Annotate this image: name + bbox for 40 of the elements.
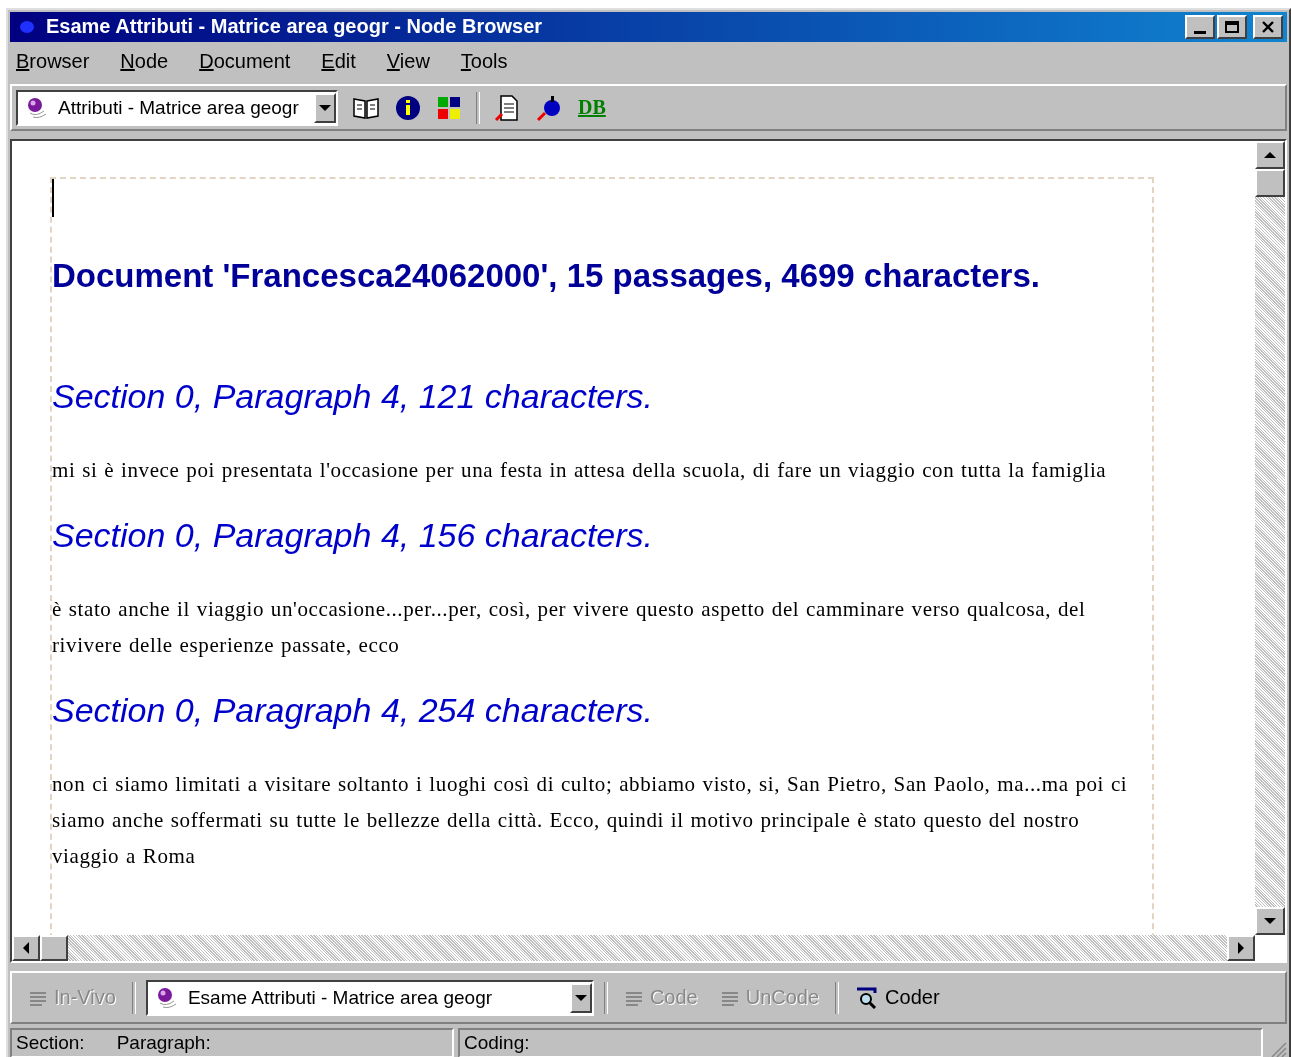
close-button[interactable] bbox=[1253, 14, 1283, 39]
horizontal-scrollbar[interactable] bbox=[12, 935, 1255, 962]
menu-item[interactable]: Tools bbox=[460, 50, 508, 74]
text-cursor bbox=[52, 179, 54, 218]
document-heading: Document 'Francesca24062000', 15 passages, 4699 characters. bbox=[52, 257, 1041, 296]
menu-item[interactable]: Browser bbox=[16, 50, 90, 74]
lines-icon bbox=[623, 989, 644, 1006]
lines-icon bbox=[28, 989, 48, 1006]
scroll-thumb[interactable] bbox=[1255, 169, 1285, 198]
app-icon bbox=[20, 20, 34, 33]
magnifier-icon bbox=[855, 986, 880, 1009]
passage-text: è stato anche il viaggio un'occasione...per...per, così, per vivere questo aspetto del camminare verso qualcosa, del rivivere delle esperienze passate, ecco bbox=[52, 596, 1087, 660]
maximize-button[interactable] bbox=[1217, 14, 1247, 39]
menu-item[interactable]: Node bbox=[120, 50, 169, 74]
menu-item[interactable]: Edit bbox=[321, 50, 356, 74]
node-combo[interactable]: Attributi - Matrice area geogr bbox=[16, 89, 338, 126]
passage-heading: Section 0, Paragraph 4, 254 characters. bbox=[52, 691, 655, 731]
lines-icon bbox=[719, 989, 740, 1006]
window-title: Esame Attributi - Matrice area geogr - Node Browser bbox=[46, 15, 544, 39]
menu-item[interactable]: View bbox=[386, 50, 430, 74]
status-label: Coding: bbox=[464, 1032, 530, 1055]
info-icon[interactable] bbox=[394, 93, 422, 122]
scroll-left-button[interactable] bbox=[12, 935, 40, 962]
status-label: Paragraph: bbox=[116, 1032, 211, 1055]
close-icon bbox=[1261, 20, 1275, 33]
scroll-thumb[interactable] bbox=[40, 935, 68, 962]
color-grid-icon[interactable] bbox=[436, 94, 462, 121]
coder-button[interactable]: Coder bbox=[849, 982, 946, 1014]
status-label: Section: bbox=[16, 1032, 85, 1055]
vertical-scrollbar[interactable] bbox=[1255, 141, 1285, 936]
menu-item[interactable]: Document bbox=[199, 50, 291, 74]
scroll-right-button[interactable] bbox=[1227, 935, 1255, 962]
minimize-button[interactable] bbox=[1185, 14, 1215, 39]
coding-node-combo[interactable]: Esame Attributi - Matrice area geogr bbox=[145, 979, 594, 1016]
scroll-down-button[interactable] bbox=[1255, 907, 1285, 936]
scroll-up-button[interactable] bbox=[1255, 141, 1285, 170]
passage-text: non ci siamo limitati a visitare soltanto i luoghi così di culto; abbiamo visto, si, San Pietro, San Paolo, ma...ma poi ci siamo anche soffermati su tutte le bellezze della città. Ecco, quindi il motivo principale è stato questo del nostro viaggio a Roma bbox=[52, 771, 1129, 871]
passage-heading: Section 0, Paragraph 4, 156 characters. bbox=[52, 516, 655, 556]
passage-text: mi si è invece poi presentata l'occasione per una festa in attesa della scuola, di fare un viaggio con tutta la famiglia bbox=[52, 457, 1108, 485]
passage-heading: Section 0, Paragraph 4, 121 characters. bbox=[52, 377, 655, 417]
